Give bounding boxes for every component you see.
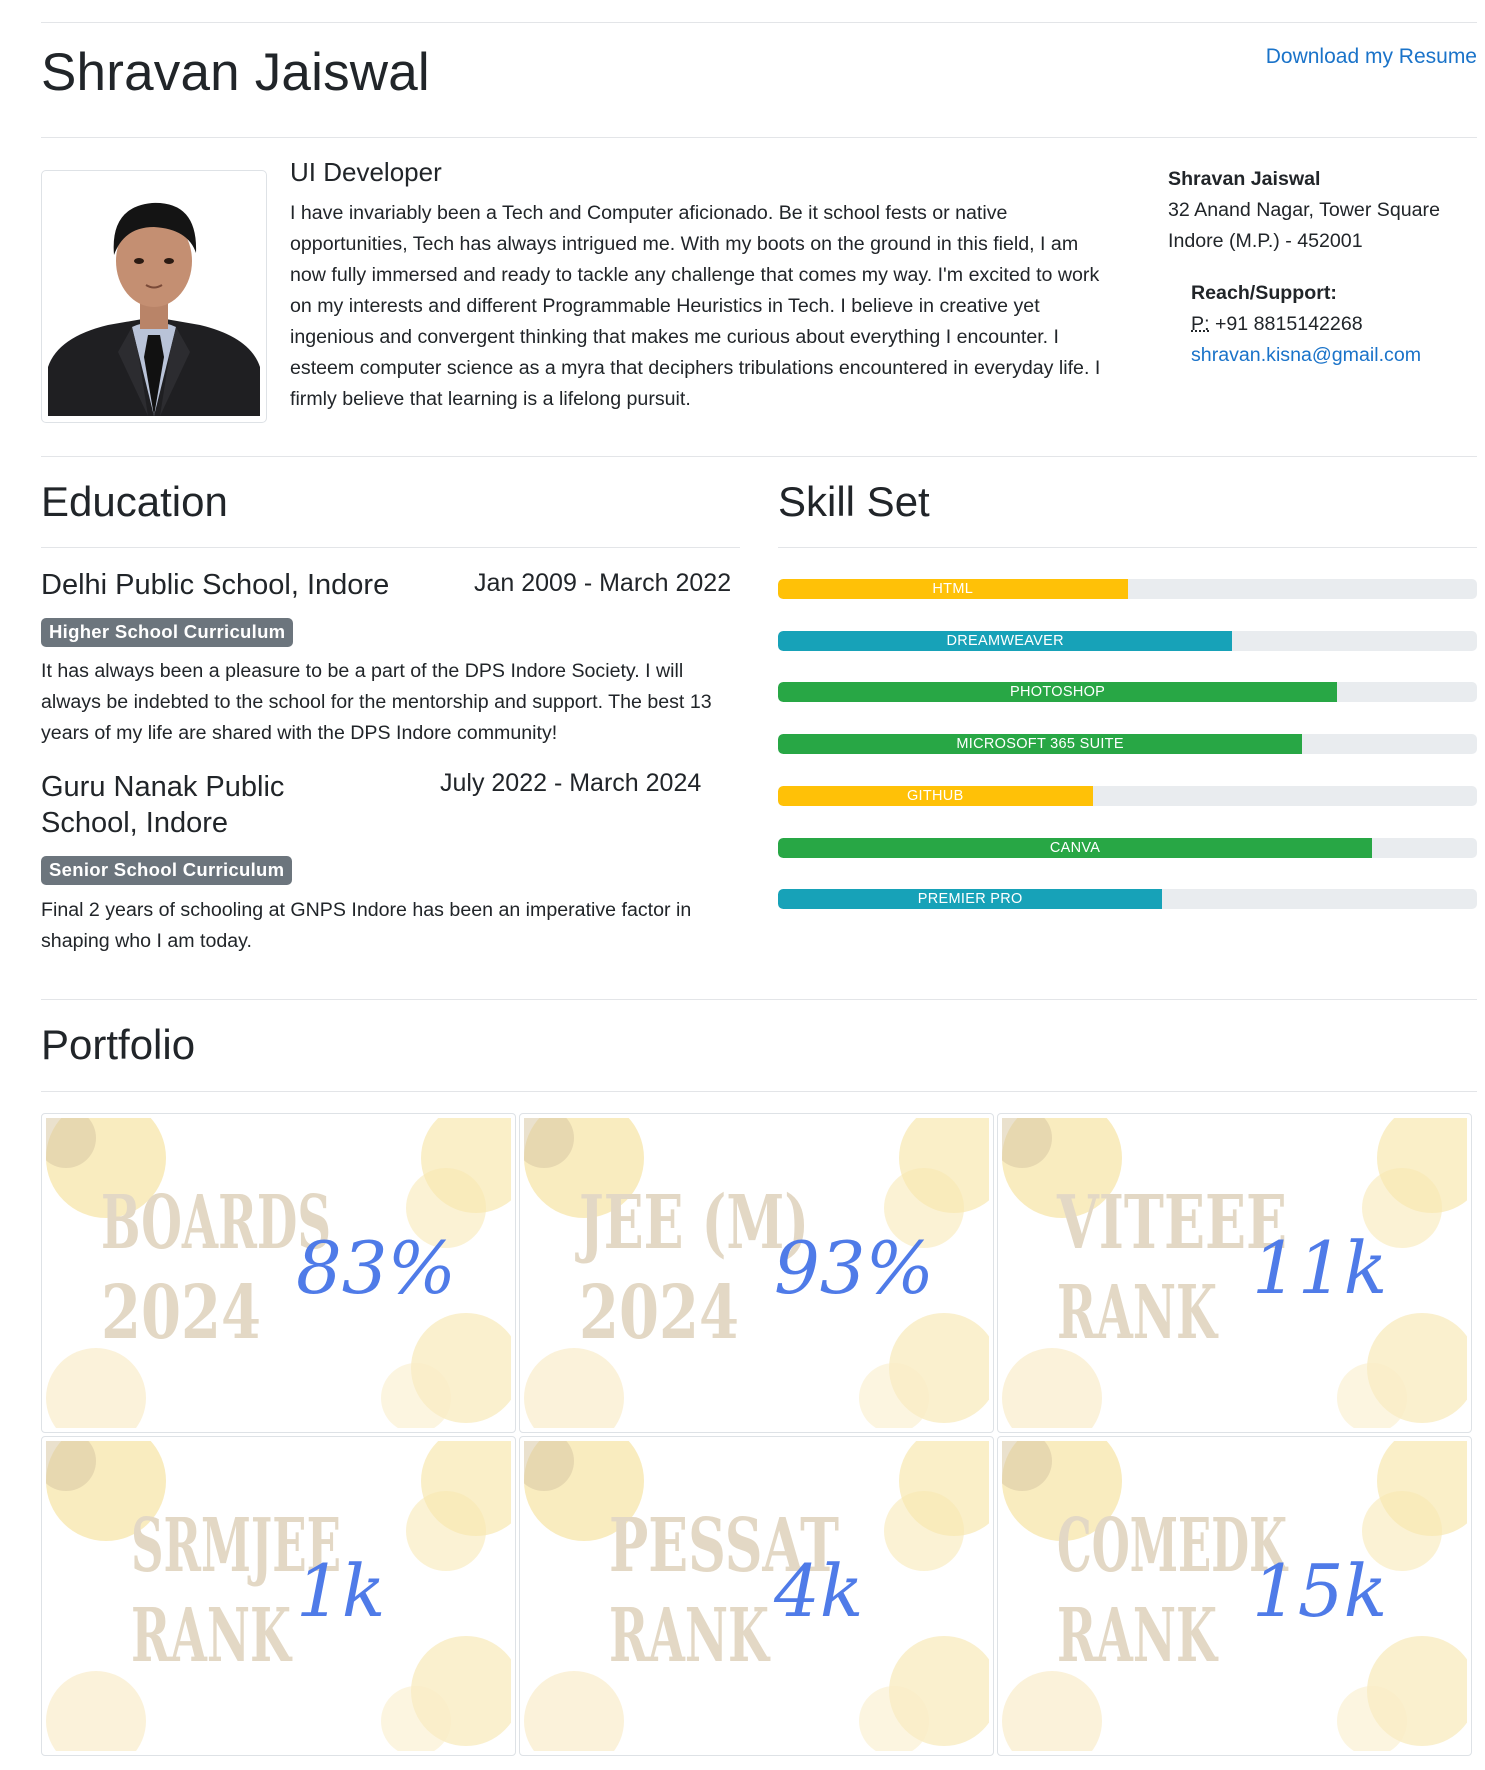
portfolio-tile[interactable]: BOARDS 2024 83% <box>41 1113 516 1433</box>
phone-label: P: <box>1191 313 1210 335</box>
portfolio-image: COMEDKRANK15k <box>1002 1441 1467 1751</box>
resume-page: Shravan Jaiswal Download my Resume UI De… <box>0 0 1485 1770</box>
address-line: Indore (M.P.) - 452001 <box>1168 230 1363 252</box>
portfolio-tile[interactable]: JEE (M) 2024 93% <box>519 1113 994 1433</box>
tile-score: 15k <box>1252 1549 1387 1633</box>
skill-progress-bar: MICROSOFT 365 SUITE <box>778 734 1477 755</box>
education-heading: Education <box>41 478 228 525</box>
skill-progress-fill: PREMIER PRO <box>778 889 1163 910</box>
watercolor-blob <box>1002 1671 1102 1751</box>
watercolor-blob <box>46 1348 146 1428</box>
portfolio-tile[interactable]: VITEEE RANK 11k <box>997 1113 1472 1433</box>
address-line: 32 Anand Nagar, Tower Square <box>1168 199 1440 221</box>
school-name: Guru Nanak Public School, Indore <box>41 771 285 839</box>
divider <box>41 547 740 548</box>
download-resume-link[interactable]: Download my Resume <box>1266 45 1477 69</box>
skills-heading: Skill Set <box>778 478 930 525</box>
phone-number: +91 8815142268 <box>1214 313 1363 335</box>
skill-progress-bar: CANVA <box>778 837 1477 858</box>
portfolio-tile[interactable]: SRMJEE RANK 1k <box>41 1436 516 1756</box>
watercolor-blob <box>406 1491 486 1571</box>
skill-progress-fill: PHOTOSHOP <box>778 682 1338 703</box>
tile-exam-year: 2024 <box>101 1270 261 1356</box>
divider <box>41 1091 1477 1092</box>
avatar <box>48 177 260 416</box>
education-dates: Jan 2009 - March 2022 <box>474 569 732 597</box>
curriculum-badge: Senior School Curriculum <box>41 856 293 885</box>
tile-exam-year: 2024 <box>579 1270 739 1356</box>
portfolio-tile[interactable]: PESSAT RANK 4k <box>519 1436 994 1756</box>
watercolor-blob <box>524 1348 624 1428</box>
divider <box>778 547 1477 548</box>
divider <box>41 137 1477 138</box>
reach-heading: Reach/Support: <box>1191 282 1337 304</box>
portfolio-image: VITEEERANK11k <box>1002 1118 1467 1428</box>
contact-block: Reach/Support: P: +91 8815142268 shravan… <box>1191 278 1421 371</box>
divider <box>41 456 1477 457</box>
tile-score: 83% <box>296 1226 456 1310</box>
tile-score: 93% <box>774 1226 934 1310</box>
tile-score: 11k <box>1252 1226 1387 1310</box>
watercolor-blob <box>884 1491 964 1571</box>
skill-progress-fill: HTML <box>778 579 1128 599</box>
portfolio-image: JEE (M)202493% <box>524 1118 989 1428</box>
skill-progress-bar: HTML <box>778 579 1477 599</box>
contact-name: Shravan Jaiswal <box>1168 168 1321 190</box>
skill-progress-bar: GITHUB <box>778 785 1477 806</box>
education-description: It has always been a pleasure to be a pa… <box>41 660 712 744</box>
skill-progress-fill: CANVA <box>778 837 1373 858</box>
watercolor-blob <box>1002 1348 1102 1428</box>
profile-photo <box>41 170 267 423</box>
skill-progress-bar: PHOTOSHOP <box>778 682 1477 703</box>
tile-exam-year: RANK <box>1057 1270 1219 1356</box>
tile-score: 1k <box>296 1549 385 1633</box>
watercolor-blob <box>46 1671 146 1751</box>
tile-exam-year: RANK <box>131 1593 293 1679</box>
education-description: Final 2 years of schooling at GNPS Indor… <box>41 899 692 952</box>
watercolor-blob <box>524 1671 624 1751</box>
page-title: Shravan Jaiswal <box>41 43 430 102</box>
skill-progress-fill: GITHUB <box>778 785 1093 806</box>
skill-progress-bar: PREMIER PRO <box>778 889 1477 910</box>
school-name: Delhi Public School, Indore <box>41 569 390 601</box>
portfolio-image: SRMJEERANK1k <box>46 1441 511 1751</box>
skill-progress-fill: MICROSOFT 365 SUITE <box>778 734 1303 755</box>
skill-progress-bar: DREAMWEAVER <box>778 630 1477 651</box>
portfolio-image: PESSATRANK4k <box>524 1441 989 1751</box>
tile-exam-year: RANK <box>609 1593 771 1679</box>
portfolio-heading: Portfolio <box>41 1021 196 1068</box>
tile-exam-year: RANK <box>1057 1593 1219 1679</box>
bio-paragraph: I have invariably been a Tech and Comput… <box>290 202 1101 410</box>
email-link[interactable]: shravan.kisna@gmail.com <box>1191 344 1421 366</box>
job-title: UI Developer <box>290 157 442 187</box>
address-block: Shravan Jaiswal 32 Anand Nagar, Tower Sq… <box>1168 164 1440 257</box>
portfolio-tile[interactable]: COMEDK RANK 15k <box>997 1436 1472 1756</box>
curriculum-badge: Higher School Curriculum <box>41 618 294 647</box>
divider <box>41 999 1477 1000</box>
education-dates: July 2022 - March 2024 <box>440 769 702 797</box>
divider <box>41 22 1477 23</box>
tile-score: 4k <box>773 1549 863 1633</box>
skill-progress-fill: DREAMWEAVER <box>778 630 1233 651</box>
portfolio-image: BOARDS202483% <box>46 1118 511 1428</box>
